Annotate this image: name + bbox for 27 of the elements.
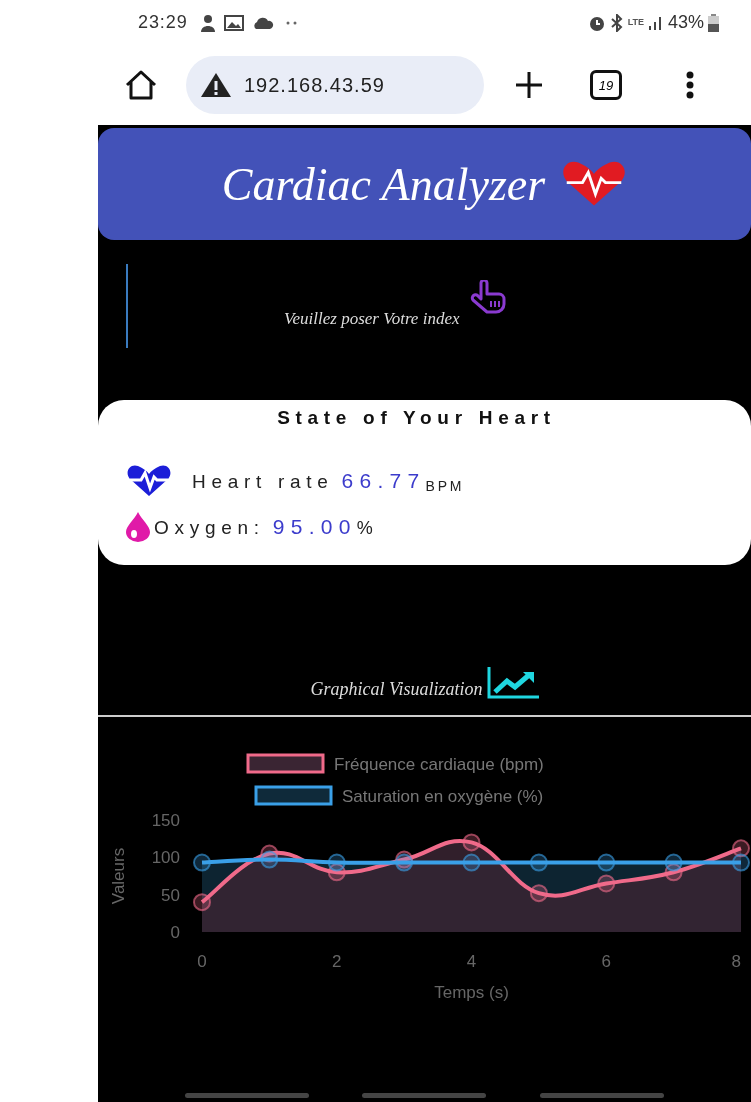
app-title: Cardiac Analyzer: [221, 157, 546, 212]
network-type: LTE: [627, 18, 644, 27]
url-text: 192.168.43.59: [244, 73, 385, 98]
card-title: State of Your Heart: [277, 406, 556, 430]
axis-title: Temps (s): [434, 983, 509, 1002]
axis-tick-label: 2: [332, 952, 342, 971]
axis-tick-label: 150: [151, 811, 180, 830]
battery-percentage: 43%: [667, 11, 704, 34]
status-time: 23:29: [138, 11, 188, 34]
metric-unit: BPM: [425, 476, 465, 496]
axis-tick-label: 0: [170, 923, 180, 942]
axis-tick-label: 8: [731, 952, 741, 971]
axis-title: Valeurs: [109, 847, 128, 905]
instruction-text: Veuillez poser Votre index: [284, 308, 460, 330]
legend-label: Fréquence cardiaque (bpm): [334, 755, 544, 774]
axis-tick-label: 0: [197, 952, 207, 971]
axis-tick-label: 4: [466, 952, 477, 971]
section-title: Graphical Visualization: [310, 678, 483, 701]
axis-tick-label: 6: [601, 952, 611, 971]
metric-unit: %: [356, 517, 377, 540]
axis-tick-label: 100: [151, 848, 180, 868]
metric-label: Heart rate: [192, 470, 334, 494]
metric-value: 95.00: [272, 513, 357, 540]
legend-label: Saturation en oxygène (%): [342, 787, 544, 806]
axis-tick-label: 50: [161, 885, 180, 905]
metric-label: Oxygen:: [154, 515, 265, 540]
metric-value: 66.77: [341, 468, 426, 494]
